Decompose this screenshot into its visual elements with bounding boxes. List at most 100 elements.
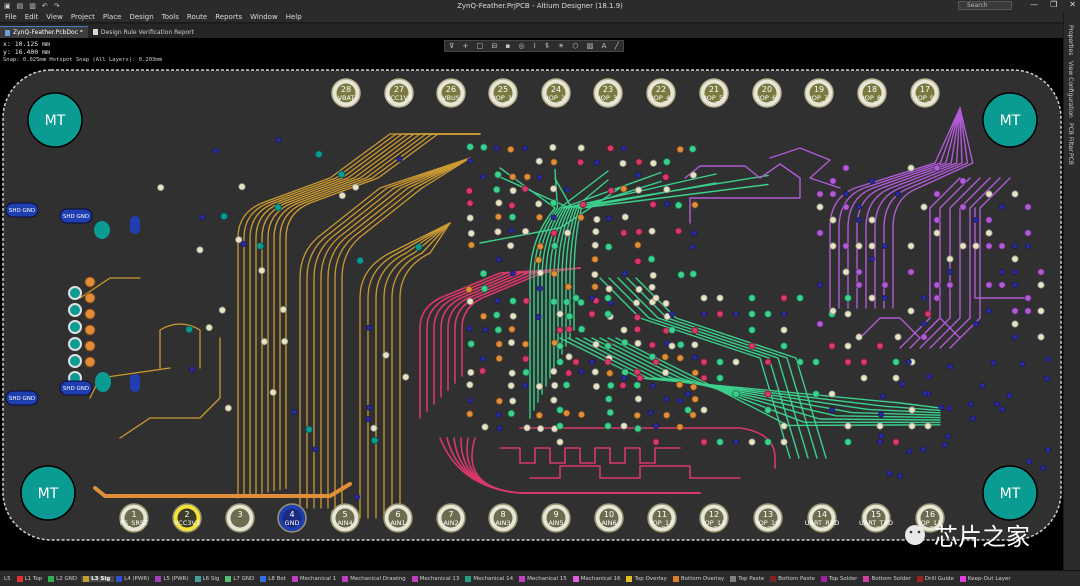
- layer-tab[interactable]: L3 Sig: [81, 575, 115, 582]
- top-header-pad[interactable]: 19IOP_7: [804, 78, 834, 108]
- menu-help[interactable]: Help: [283, 13, 305, 21]
- top-header-pad[interactable]: 17IOP_9: [910, 78, 940, 108]
- region-icon[interactable]: ▨: [587, 42, 594, 50]
- undo-icon[interactable]: ↶: [42, 2, 48, 10]
- top-header-pad[interactable]: 20IOP_6: [752, 78, 782, 108]
- panel-tab-properties[interactable]: Properties: [1067, 25, 1074, 55]
- bottom-header-pad[interactable]: 12IOP_11: [699, 503, 729, 533]
- menu-window[interactable]: Window: [247, 13, 281, 21]
- tab-pcbdoc[interactable]: ZynQ-Feather.PcbDoc *: [0, 26, 88, 38]
- close-button[interactable]: ✕: [1069, 0, 1076, 9]
- layer-tab[interactable]: Mechanical Drawing: [340, 575, 410, 582]
- maximize-button[interactable]: ❐: [1050, 0, 1057, 9]
- menu-route[interactable]: Route: [184, 13, 210, 21]
- top-header-pad[interactable]: 28VBAT: [331, 78, 361, 108]
- pad-number: 28: [341, 85, 351, 94]
- save-icon[interactable]: ▣: [4, 2, 11, 10]
- bottom-header-pad[interactable]: 2VCC3V3: [172, 503, 202, 533]
- top-header-pad[interactable]: 26VBUS: [436, 78, 466, 108]
- bottom-header-pad[interactable]: 10AIN6: [594, 503, 624, 533]
- menu-view[interactable]: View: [43, 13, 66, 21]
- top-header-pad[interactable]: 21IOP_5: [699, 78, 729, 108]
- document-tabs: ZynQ-Feather.PcbDoc * Design Rule Verifi…: [0, 24, 1063, 38]
- layer-tab[interactable]: L4 (PWR): [114, 575, 153, 582]
- bottom-header-pad[interactable]: 11IOP_12: [647, 503, 677, 533]
- layer-tab[interactable]: L5: [2, 576, 15, 582]
- quick-access: ▣ ▤ ▥ ↶ ↷: [0, 2, 60, 10]
- via: [869, 177, 876, 184]
- bottom-header-pad[interactable]: 1PS_SRST: [119, 503, 149, 533]
- via: [648, 227, 656, 235]
- layer-tab[interactable]: L1 Top: [15, 575, 47, 582]
- layer-tab[interactable]: Drill Guide: [915, 575, 958, 582]
- pad-number: 9: [553, 510, 558, 519]
- menu-project[interactable]: Project: [68, 13, 98, 21]
- bottom-header-pad[interactable]: 13IOP_10: [753, 503, 783, 533]
- menu-tools[interactable]: Tools: [159, 13, 182, 21]
- top-header-pad[interactable]: 25IOP_1: [488, 78, 518, 108]
- menu-file[interactable]: File: [2, 13, 20, 21]
- add-icon[interactable]: +: [462, 42, 468, 50]
- layer-tab[interactable]: L7 GND: [223, 575, 258, 582]
- top-header-pad[interactable]: 23IOP_3: [593, 78, 623, 108]
- layer-tab[interactable]: Top Overlay: [624, 575, 670, 582]
- layer-tab[interactable]: Mechanical 15: [517, 575, 571, 582]
- bulb-icon[interactable]: ☀: [558, 42, 564, 50]
- rect-select-icon[interactable]: □: [477, 42, 484, 50]
- bottom-header-pad[interactable]: 5AIN4: [330, 503, 360, 533]
- panel-tab-pcb-filter[interactable]: PCB Filter: [1067, 123, 1074, 152]
- menu-place[interactable]: Place: [100, 13, 125, 21]
- redo-icon[interactable]: ↷: [54, 2, 60, 10]
- filter-icon[interactable]: ⊽: [449, 42, 454, 50]
- bottom-header-pad[interactable]: 3: [225, 503, 255, 533]
- menu-design[interactable]: Design: [126, 13, 156, 21]
- text-icon[interactable]: A: [602, 42, 607, 50]
- bottom-header-pad[interactable]: 8AIN3: [488, 503, 518, 533]
- diffpair-icon[interactable]: ⥮: [545, 42, 550, 51]
- layer-tab[interactable]: L5 (PWR): [153, 575, 192, 582]
- menu-edit[interactable]: Edit: [22, 13, 42, 21]
- bottom-header-pad[interactable]: 4GND: [277, 503, 307, 533]
- layer-tab[interactable]: Mechanical 13: [410, 575, 464, 582]
- top-header-pad[interactable]: 27VCC1V0: [384, 78, 414, 108]
- layer-tab[interactable]: Mechanical 1: [290, 575, 340, 582]
- layer-tab[interactable]: Top Paste: [728, 575, 768, 582]
- minimize-button[interactable]: —: [1030, 0, 1038, 9]
- polygon-icon[interactable]: ⬡: [572, 42, 578, 50]
- layer-tab[interactable]: Mechanical 14: [463, 575, 517, 582]
- layer-color-swatch: [194, 575, 201, 582]
- top-header-pad[interactable]: 24IOP_2: [541, 78, 571, 108]
- layer-tab[interactable]: Bottom Solder: [861, 575, 914, 582]
- bottom-header-pad[interactable]: 9AIN5: [541, 503, 571, 533]
- panel-tab-pcb[interactable]: PCB: [1067, 153, 1074, 165]
- tab-label: ZynQ-Feather.PcbDoc *: [13, 29, 83, 36]
- bottom-header-pad[interactable]: 6AIN1: [383, 503, 413, 533]
- layer-tab[interactable]: Bottom Overlay: [671, 575, 728, 582]
- search-input[interactable]: Search: [958, 1, 1012, 10]
- panel-tab-view-configuration[interactable]: View Configuration: [1067, 61, 1074, 118]
- hole-icon[interactable]: ◎: [519, 42, 525, 50]
- route-icon[interactable]: ⌇: [533, 42, 536, 50]
- open-icon[interactable]: ▥: [29, 2, 36, 10]
- layer-tab[interactable]: Top Solder: [819, 575, 862, 582]
- layer-tab[interactable]: L2 GND: [46, 575, 81, 582]
- line-icon[interactable]: ╱: [615, 42, 619, 50]
- connector-pad: [84, 340, 96, 352]
- place-component-icon[interactable]: ▪: [506, 42, 511, 50]
- via: [495, 411, 502, 418]
- pcb-canvas[interactable]: MT MT MT MT SHD GND SHD GND SHD GND SHD GND 28…: [0, 38, 1063, 570]
- layer-tab[interactable]: Mechanical 16: [571, 575, 625, 582]
- layer-tab[interactable]: Bottom Paste: [768, 575, 819, 582]
- pcb-board-view[interactable]: MT MTMT MT SHD GNDSHD GNDSHD GNDSHD GND 28…: [0, 38, 1063, 570]
- layer-tab[interactable]: L8 Bot: [258, 575, 290, 582]
- save-all-icon[interactable]: ▤: [17, 2, 24, 10]
- align-icon[interactable]: ⊟: [491, 42, 497, 50]
- bottom-header-pad[interactable]: 7AIN2: [436, 503, 466, 533]
- menu-reports[interactable]: Reports: [212, 13, 245, 21]
- top-header-pad[interactable]: 18IOP_8: [857, 78, 887, 108]
- top-header-pad[interactable]: 22IOP_4: [646, 78, 676, 108]
- layer-tab[interactable]: L6 Sig: [193, 575, 224, 582]
- tab-drc-report[interactable]: Design Rule Verification Report: [88, 26, 199, 38]
- layer-tab[interactable]: Keep-Out Layer: [958, 575, 1015, 582]
- via: [636, 374, 644, 382]
